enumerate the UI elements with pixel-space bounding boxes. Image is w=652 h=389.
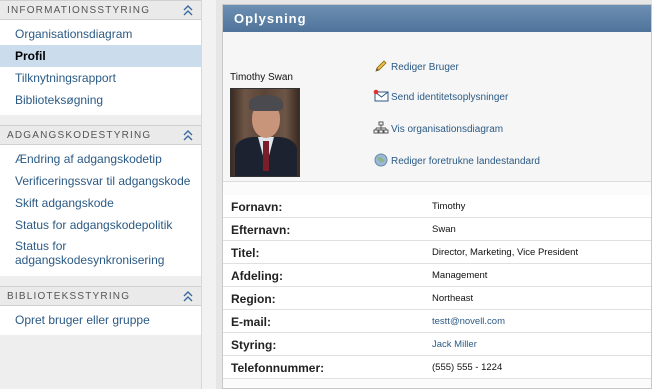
table-row: Fornavn: Timothy <box>223 195 651 218</box>
user-photo <box>230 88 300 177</box>
nav-item-organisationsdiagram[interactable]: Organisationsdiagram <box>0 23 201 45</box>
user-details-table: Fornavn: Timothy Efternavn: Swan Titel: … <box>223 195 651 379</box>
field-label: Styring: <box>231 338 277 352</box>
field-value: Director, Marketing, Vice President <box>432 247 579 258</box>
section-header-biblioteksstyring[interactable]: BIBLIOTEKSSTYRING <box>0 286 201 306</box>
nav-item-profil[interactable]: Profil <box>0 45 201 67</box>
nav-item-opret-bruger-eller-gruppe[interactable]: Opret bruger eller gruppe <box>0 309 201 331</box>
pane-divider[interactable] <box>201 0 216 389</box>
nav-item-tilknytningsrapport[interactable]: Tilknytningsrapport <box>0 67 201 89</box>
nav-item-biblioteksoegning[interactable]: Biblioteksøgning <box>0 89 201 111</box>
table-row: Region: Northeast <box>223 287 651 310</box>
action-label: Rediger foretrukne landestandard <box>391 156 540 167</box>
table-row: Telefonnummer: (555) 555 - 1224 <box>223 356 651 379</box>
collapse-chevron-icon[interactable] <box>183 129 193 141</box>
action-label: Vis organisationsdiagram <box>391 124 504 135</box>
field-value: Management <box>432 270 488 281</box>
table-row: Afdeling: Management <box>223 264 651 287</box>
table-row: E-mail: testt@novell.com <box>223 310 651 333</box>
field-label: Fornavn: <box>231 200 283 214</box>
field-value: Timothy <box>432 201 466 212</box>
field-value: Northeast <box>432 293 474 304</box>
action-label: Send identitetsoplysninger <box>391 92 509 103</box>
field-label: E-mail: <box>231 315 272 329</box>
field-value: Swan <box>432 224 456 235</box>
nav-item-skift-adgangskode[interactable]: Skift adgangskode <box>0 192 201 214</box>
table-row: Efternavn: Swan <box>223 218 651 241</box>
collapse-chevron-icon[interactable] <box>183 290 193 302</box>
section-title: INFORMATIONSSTYRING <box>7 5 151 16</box>
section-title: ADGANGSKODESTYRING <box>7 130 152 141</box>
action-label: Rediger Bruger <box>391 62 459 73</box>
info-panel: Oplysning Timothy Swan Rediger Bruger Se… <box>216 0 652 389</box>
nav-item-aendring-af-adgangskodetip[interactable]: Ændring af adgangskodetip <box>0 148 201 170</box>
section-title: BIBLIOTEKSSTYRING <box>7 291 131 302</box>
field-label: Region: <box>231 292 276 306</box>
field-label: Titel: <box>231 246 260 260</box>
section-header-informationsstyring[interactable]: INFORMATIONSSTYRING <box>0 0 201 20</box>
nav-item-label: Status for adgangskodesynkronisering <box>15 239 165 267</box>
email-link[interactable]: testt@novell.com <box>432 316 505 327</box>
pencil-icon <box>375 60 387 72</box>
section-header-adgangskodestyring[interactable]: ADGANGSKODESTYRING <box>0 125 201 145</box>
table-row: Titel: Director, Marketing, Vice Preside… <box>223 241 651 264</box>
user-name: Timothy Swan <box>230 72 293 83</box>
nav-item-status-adgangskodesynkronisering[interactable]: Status for adgangskodesynkronisering <box>0 236 201 272</box>
nav-item-verificeringssvar[interactable]: Verificeringssvar til adgangskode <box>0 170 201 192</box>
field-label: Afdeling: <box>231 269 283 283</box>
left-navigation: INFORMATIONSSTYRING Organisationsdiagram… <box>0 0 201 389</box>
table-row: Styring: Jack Miller <box>223 333 651 356</box>
profile-header: Timothy Swan Rediger Bruger Send identit… <box>223 32 651 182</box>
manager-link[interactable]: Jack Miller <box>432 339 477 350</box>
panel-title: Oplysning <box>223 5 651 32</box>
envelope-icon <box>373 89 389 102</box>
globe-icon <box>374 153 388 167</box>
collapse-chevron-icon[interactable] <box>183 4 193 16</box>
nav-item-status-adgangskodepolitik[interactable]: Status for adgangskodepolitik <box>0 214 201 236</box>
field-label: Telefonnummer: <box>231 361 325 375</box>
org-chart-icon <box>373 121 389 134</box>
field-label: Efternavn: <box>231 223 291 237</box>
field-value: (555) 555 - 1224 <box>432 362 503 373</box>
